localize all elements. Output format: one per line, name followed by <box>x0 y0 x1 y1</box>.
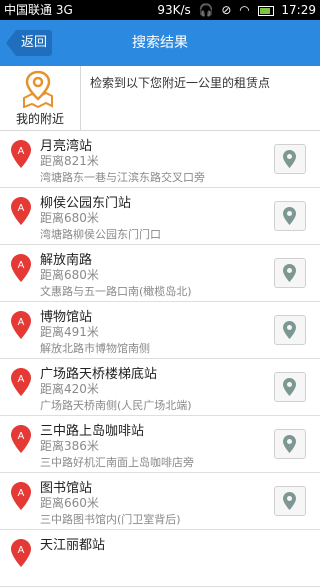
clock: 17:29 <box>281 3 316 17</box>
station-address: 湾塘路东一巷与江滨东路交叉口旁 <box>40 171 205 184</box>
map-location-button[interactable] <box>274 144 306 174</box>
network-speed: 93K/s <box>157 3 191 17</box>
station-address: 三中路好机汇南面上岛咖啡店旁 <box>40 456 194 469</box>
map-location-icon <box>283 435 296 453</box>
red-marker-a-icon: A <box>11 368 31 396</box>
map-location-button[interactable] <box>274 486 306 516</box>
marker-letter: A <box>18 431 25 442</box>
map-location-button[interactable] <box>274 258 306 288</box>
battery-icon <box>257 5 274 16</box>
back-button[interactable]: 返回 <box>6 30 52 56</box>
wifi-icon: ◠ <box>239 3 250 17</box>
map-location-button[interactable] <box>274 201 306 231</box>
station-distance: 距离660米 <box>40 496 99 510</box>
map-location-button[interactable] <box>274 429 306 459</box>
list-item[interactable]: A 广场路天桥楼梯底站 距离420米 广场路天桥南侧(人民广场北端) <box>0 359 320 416</box>
back-arrow-icon <box>6 30 16 56</box>
red-marker-a-icon: A <box>11 254 31 282</box>
map-location-icon <box>283 264 296 282</box>
list-item[interactable]: A 博物馆站 距离491米 解放北路市博物馆南侧 <box>0 302 320 359</box>
marker-letter: A <box>18 545 25 556</box>
station-address: 解放北路市博物馆南侧 <box>40 342 150 355</box>
map-location-icon <box>283 207 296 225</box>
station-address: 湾塘路柳侯公园东门门口 <box>40 228 161 241</box>
list-item[interactable]: A 三中路上岛咖啡站 距离386米 三中路好机汇南面上岛咖啡店旁 <box>0 416 320 473</box>
marker-letter: A <box>18 146 25 157</box>
station-distance: 距离420米 <box>40 382 99 396</box>
map-location-icon <box>283 492 296 510</box>
station-address: 广场路天桥南侧(人民广场北端) <box>40 399 192 412</box>
station-distance: 距离680米 <box>40 211 99 225</box>
no-signal-icon: ⊘ <box>221 3 232 17</box>
marker-letter: A <box>18 488 25 499</box>
nearby-bar: 我的附近 检索到以下您附近一公里的租赁点 <box>0 66 320 131</box>
carrier-label: 中国联通 3G <box>4 3 73 17</box>
station-list: A 月亮湾站 距离821米 湾塘路东一巷与江滨东路交叉口旁 A 柳侯公园东门站 … <box>0 131 320 587</box>
list-item[interactable]: A 柳侯公园东门站 距离680米 湾塘路柳侯公园东门门口 <box>0 188 320 245</box>
marker-letter: A <box>18 317 25 328</box>
marker-letter: A <box>18 374 25 385</box>
list-item[interactable]: A 天江丽都站 <box>0 530 320 587</box>
status-bar: 中国联通 3G 93K/s 🎧 ⊘ ◠ 17:29 <box>0 0 320 20</box>
list-item[interactable]: A 解放南路 距离680米 文惠路与五一路口南(橄榄岛北) <box>0 245 320 302</box>
back-button-label: 返回 <box>16 30 52 56</box>
red-marker-a-icon: A <box>11 311 31 339</box>
red-marker-a-icon: A <box>11 140 31 168</box>
list-item[interactable]: A 月亮湾站 距离821米 湾塘路东一巷与江滨东路交叉口旁 <box>0 131 320 188</box>
map-location-icon <box>283 321 296 339</box>
map-location-button[interactable] <box>274 372 306 402</box>
red-marker-a-icon: A <box>11 539 31 567</box>
my-nearby-button[interactable]: 我的附近 <box>0 66 81 130</box>
my-nearby-label: 我的附近 <box>15 112 64 126</box>
marker-letter: A <box>18 203 25 214</box>
map-location-pin-icon <box>23 70 53 108</box>
headphones-icon: 🎧 <box>198 3 214 17</box>
map-location-icon <box>283 150 296 168</box>
red-marker-a-icon: A <box>11 425 31 453</box>
station-distance: 距离821米 <box>40 154 99 168</box>
station-address: 三中路图书馆内(门卫室背后) <box>40 513 181 526</box>
station-distance: 距离386米 <box>40 439 99 453</box>
station-distance: 距离491米 <box>40 325 99 339</box>
app-header: 搜索结果 返回 <box>0 20 320 66</box>
status-icons: 93K/s 🎧 ⊘ ◠ 17:29 <box>153 0 316 20</box>
station-distance: 距离680米 <box>40 268 99 282</box>
map-location-icon <box>283 378 296 396</box>
search-summary-text: 检索到以下您附近一公里的租赁点 <box>90 76 271 90</box>
red-marker-a-icon: A <box>11 197 31 225</box>
map-location-button[interactable] <box>274 315 306 345</box>
list-item[interactable]: A 图书馆站 距离660米 三中路图书馆内(门卫室背后) <box>0 473 320 530</box>
station-name: 天江丽都站 <box>40 538 106 553</box>
marker-letter: A <box>18 260 25 271</box>
station-address: 文惠路与五一路口南(橄榄岛北) <box>40 285 192 298</box>
red-marker-a-icon: A <box>11 482 31 510</box>
